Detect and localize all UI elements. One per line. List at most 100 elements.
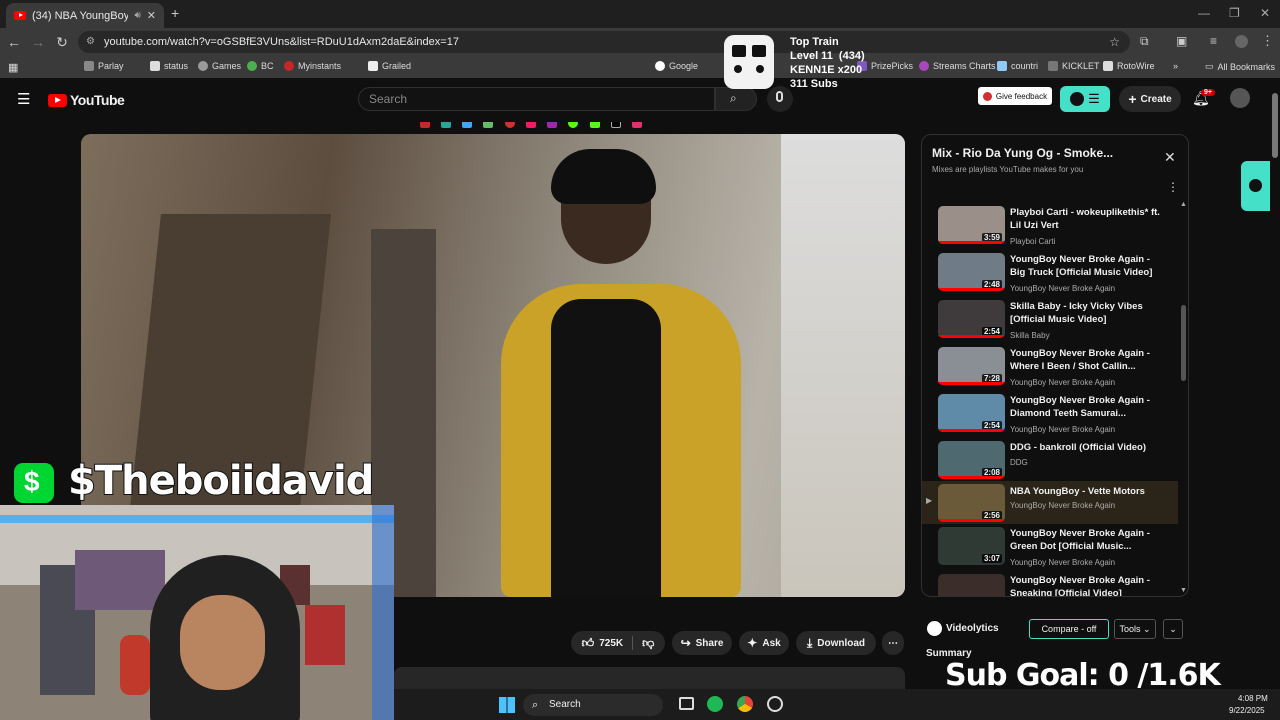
playlist-scrollbar[interactable] [1181,305,1186,381]
minimize-icon[interactable]: — [1198,6,1210,20]
bookmark-item[interactable]: countri [997,61,1038,71]
list-item[interactable]: YoungBoy Never Broke Again - Sneaking [O… [922,574,1178,596]
like-count: 725K [599,637,624,649]
bookmark-item[interactable]: Grailed [368,61,411,71]
video-title: YoungBoy Never Broke Again - Green Dot [… [1010,528,1150,552]
share-button[interactable]: ↪ Share [672,631,732,655]
close-window-icon[interactable]: ✕ [1260,6,1270,20]
site-info-icon[interactable]: ⚙ [86,31,95,53]
bookmark-item[interactable]: RotoWire [1103,61,1155,71]
taskbar-search[interactable]: ⌕ Search [523,694,663,716]
video-thumbnail: 7:28 [938,347,1005,385]
videolytics-logo-icon [927,621,942,636]
list-item-current[interactable]: ▶ 2:56 NBA YoungBoy - Vette Motors Young… [922,481,1178,524]
more-actions-button[interactable]: ⋯ [882,631,904,655]
list-item[interactable]: 2:48 YoungBoy Never Broke Again - Big Tr… [922,253,1178,299]
tab-title: (34) NBA YoungBoy - Vette [32,9,129,22]
new-tab-icon[interactable]: + [171,5,179,21]
video-title: YoungBoy Never Broke Again - Diamond Tee… [1010,395,1150,419]
webcam-feed [0,505,394,720]
videolytics-side-tab[interactable] [1241,161,1270,211]
video-title: NBA YoungBoy - Vette Motors [1010,486,1145,497]
download-icon: ⤓ [806,635,813,650]
bookmark-item[interactable]: Parlay [84,61,124,71]
start-menu-icon[interactable] [499,697,515,713]
bookmark-item[interactable]: Games [198,61,241,71]
notification-badge: 9+ [1201,89,1215,96]
user-avatar[interactable] [1230,88,1250,108]
dislike-icon[interactable]: 👎︎ [642,636,654,651]
bookmark-item[interactable]: status [150,61,188,71]
videolytics-logo-icon [1249,179,1262,192]
reload-icon[interactable]: ↻ [54,34,70,51]
bookmark-item[interactable]: Streams Charts [919,61,996,71]
list-item[interactable]: 2:54 YoungBoy Never Broke Again - Diamon… [922,394,1178,440]
media-icon[interactable]: ≡ [1210,34,1217,48]
menu-kebab-icon[interactable]: ⋮ [1261,33,1274,49]
sidepanel-icon[interactable]: ▣ [1176,34,1187,48]
profile-avatar[interactable] [1235,35,1248,48]
bookmark-item[interactable]: KICKLET [1048,61,1100,71]
chrome-icon[interactable] [737,696,753,712]
tab-close-icon[interactable]: ✕ [147,9,156,22]
bookmark-item[interactable]: BC [247,61,274,71]
sparkle-icon: ✦ [747,636,758,650]
youtube-play-logo-icon [48,93,67,107]
video-thumbnail: 3:07 [938,527,1005,565]
folder-icon: ▭ [1205,61,1214,71]
close-playlist-icon[interactable]: ✕ [1164,149,1176,166]
task-view-icon[interactable] [679,697,694,710]
bookmark-item[interactable]: Google [655,61,698,71]
tools-dropdown[interactable]: Tools ⌄ [1114,619,1156,639]
list-item[interactable]: 7:28 YoungBoy Never Broke Again - Where … [922,347,1178,393]
collapse-button[interactable]: ⌄ [1163,619,1183,639]
videolytics-toggle-button[interactable]: ☰ [1060,86,1110,112]
video-thumbnail: 2:08 [938,441,1005,479]
spotify-icon[interactable] [707,696,723,712]
like-icon[interactable]: 👍︎ [582,636,595,651]
address-bar[interactable]: ⚙ youtube.com/watch?v=oGSBfE3VUns&list=R… [78,31,1130,53]
video-channel: YoungBoy Never Broke Again [1010,425,1116,434]
list-item[interactable]: 3:59 Playboi Carti - wokeuplikethis* ft.… [922,206,1178,252]
compare-toggle[interactable]: Compare - off [1029,619,1109,639]
like-dislike-group[interactable]: 👍︎ 725K 👎︎ [571,631,665,655]
browser-tab-bar: (34) NBA YoungBoy - Vette 🔊︎ ✕ + — ❐ ✕ [0,0,1280,28]
scroll-down-icon[interactable]: ▼ [1180,587,1187,594]
video-channel: Skilla Baby [1010,331,1050,340]
description-box[interactable] [394,667,905,691]
playlist-panel: Mix - Rio Da Yung Og - Smoke... Mixes ar… [921,134,1189,597]
video-title: Playboi Carti - wokeuplikethis* ft. Lil … [1010,207,1160,231]
video-channel: YoungBoy Never Broke Again [1010,284,1116,293]
create-button[interactable]: + Create [1119,86,1181,112]
playlist-title: Mix - Rio Da Yung Og - Smoke... [932,146,1114,160]
ask-button[interactable]: ✦ Ask [739,631,789,655]
menu-lines-icon: ☰ [1088,91,1100,106]
clock-date: 9/22/2025 [1229,706,1265,715]
extensions-icon[interactable]: ⧉ [1140,34,1149,49]
hamburger-menu-icon[interactable]: ☰ [17,90,30,108]
top-train-level: Level 11 (434) [790,50,865,62]
download-button[interactable]: ⤓ Download [796,631,876,655]
list-item[interactable]: 3:07 YoungBoy Never Broke Again - Green … [922,527,1178,573]
give-feedback-button[interactable]: Give feedback [978,87,1052,105]
back-icon[interactable]: ← [6,34,22,50]
scroll-up-icon[interactable]: ▲ [1180,201,1187,208]
playlist-menu-icon[interactable]: ⋮ [1167,180,1179,194]
app-icon[interactable] [767,696,783,712]
bookmark-item[interactable]: Myinstants [284,61,341,71]
list-item[interactable]: 2:54 Skilla Baby - Icky Vicky Vibes [Off… [922,300,1178,346]
video-title: YoungBoy Never Broke Again - Where I Bee… [1010,348,1150,372]
search-input[interactable]: Search [358,87,715,111]
all-bookmarks[interactable]: ▭ All Bookmarks [1205,61,1275,72]
restore-icon[interactable]: ❐ [1229,6,1240,20]
bookmarks-overflow-icon[interactable]: » [1173,61,1178,71]
page-scrollbar[interactable] [1272,93,1278,158]
forward-icon[interactable]: → [30,34,46,50]
clock-time: 4:08 PM [1238,694,1268,703]
youtube-logo[interactable]: YouTube [48,92,125,108]
bookmark-star-icon[interactable]: ☆ [1109,31,1120,53]
apps-icon[interactable]: ▦ [8,61,18,74]
cashtag-text: $Theboiidavid [67,457,375,505]
browser-tab[interactable]: (34) NBA YoungBoy - Vette 🔊︎ ✕ [6,3,164,28]
video-thumbnail: 2:54 [938,300,1005,338]
